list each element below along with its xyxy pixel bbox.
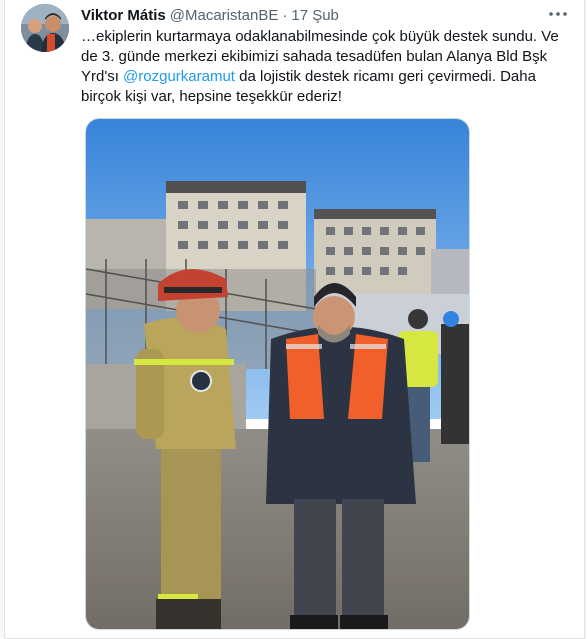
author-handle[interactable]: @MacaristanBE	[170, 7, 279, 24]
tweet-header: Viktor Mátis @MacaristanBE · 17 Şub	[81, 5, 339, 25]
profile-avatar[interactable]	[21, 4, 69, 52]
more-icon[interactable]	[546, 6, 570, 22]
tweet-card[interactable]: Viktor Mátis @MacaristanBE · 17 Şub …eki…	[4, 0, 585, 639]
photo-image	[86, 119, 469, 629]
tweet-date[interactable]: 17 Şub	[291, 7, 339, 24]
tweet-photo[interactable]	[85, 118, 470, 630]
avatar-image	[21, 4, 69, 52]
mention-link[interactable]: @rozgurkaramut	[123, 68, 235, 85]
separator-dot: ·	[282, 6, 288, 24]
author-name[interactable]: Viktor Mátis	[81, 7, 166, 24]
tweet-text: …ekiplerin kurtarmaya odaklanabilmesinde…	[81, 27, 575, 107]
